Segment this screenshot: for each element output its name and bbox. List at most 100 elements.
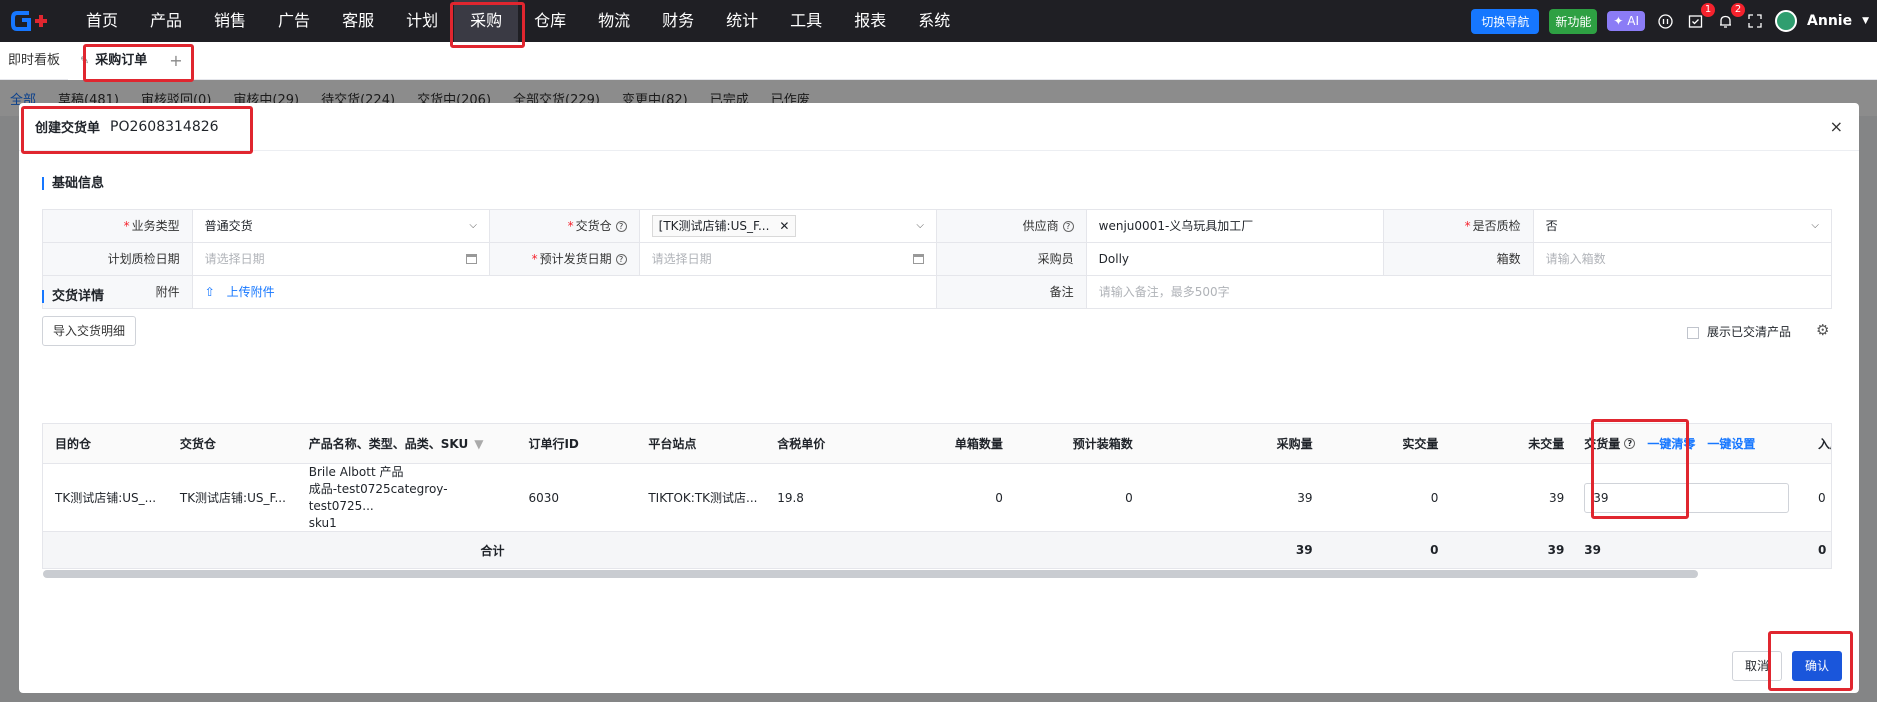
caret-down-icon[interactable]: ▼ xyxy=(1862,16,1869,26)
filter-icon[interactable]: ▼ xyxy=(474,437,483,451)
calendar-icon xyxy=(913,254,924,264)
settings-gear-icon[interactable]: ⚙ xyxy=(1816,321,1829,339)
total-undelivered: 39 xyxy=(1547,543,1565,557)
warehouse-label: * 交货仓? xyxy=(490,210,640,242)
upload-icon[interactable]: ⇧ xyxy=(205,285,215,299)
nav-item[interactable]: 工具 xyxy=(774,0,838,42)
nav-item[interactable]: 产品 xyxy=(134,0,198,42)
calendar-icon xyxy=(466,254,477,264)
total-deliver-qty: 39 xyxy=(1584,543,1601,557)
total-spacer xyxy=(636,532,765,568)
product-name: Brile Albott 产品 xyxy=(308,464,404,479)
cell-undelivered: 39 xyxy=(1549,490,1565,505)
col-dest: 目的仓 xyxy=(55,437,92,451)
upload-attachment[interactable]: ⇧ 上传附件 xyxy=(193,276,937,308)
remark-label: 备注 xyxy=(937,276,1087,308)
tab-dashboard[interactable]: 即时看板 xyxy=(0,42,68,80)
warehouse-select[interactable]: [TK测试店铺:US_F... ✕ ⌵ xyxy=(640,210,937,242)
form-row: 附件 ⇧ 上传附件 备注 请输入备注，最多500字 xyxy=(43,276,1831,309)
set-all-link[interactable]: 一键设置 xyxy=(1707,435,1755,452)
product-category: 成品-test0725categroy-test0725... xyxy=(308,481,448,513)
ai-label: AI xyxy=(1627,14,1640,28)
biz-type-label: * 业务类型 xyxy=(43,210,193,242)
col-delivered: 实交量 xyxy=(1402,437,1439,451)
import-detail-button[interactable]: 导入交货明细 xyxy=(42,316,137,346)
user-name[interactable]: Annie xyxy=(1807,13,1852,29)
total-spacer xyxy=(765,532,885,568)
nav-item[interactable]: 物流 xyxy=(582,0,646,42)
nav-item[interactable]: 仓库 xyxy=(518,0,582,42)
table-total-row: 合计 39 0 39 39 0 xyxy=(43,532,1831,568)
boxes-input[interactable]: 请输入箱数 xyxy=(1534,243,1831,275)
top-nav: 首页 产品 销售 广告 客服 计划 采购 仓库 物流 财务 统计 工具 报表 系统 切换导航 新功能 ✦ … xyxy=(0,0,1877,42)
todo-badge: 1 xyxy=(1701,3,1716,17)
col-warehouse: 交货仓 xyxy=(179,437,216,451)
qc-label: * 是否质检 xyxy=(1384,210,1534,242)
table-header: 目的仓 交货仓 产品名称、类型、品类、SKU ▼ 订单行ID 平台站点 含税单价 … xyxy=(43,424,1831,464)
fullscreen-icon[interactable] xyxy=(1745,11,1765,31)
nav-item[interactable]: 系统 xyxy=(902,0,966,42)
remove-tag-icon[interactable]: ✕ xyxy=(779,219,789,233)
bell-icon[interactable]: 2 xyxy=(1715,3,1746,31)
nav-item[interactable]: 客服 xyxy=(326,0,390,42)
col-purchase: 采购量 xyxy=(1276,437,1313,451)
col-inbound: 入库 xyxy=(1818,437,1831,451)
total-delivered: 0 xyxy=(1430,543,1439,557)
chevron-down-icon: ⌵ xyxy=(1811,220,1819,231)
nav-item[interactable]: 广告 xyxy=(262,0,326,42)
todo-icon[interactable]: 1 xyxy=(1685,3,1716,31)
table-horizontal-scrollbar[interactable] xyxy=(43,570,1698,578)
nav-item[interactable]: 首页 xyxy=(70,0,134,42)
upload-attachment-link[interactable]: 上传附件 xyxy=(227,285,275,299)
nav-item[interactable]: 计划 xyxy=(390,0,454,42)
cell-purchase: 39 xyxy=(1297,490,1313,505)
total-label: 合计 xyxy=(480,543,505,558)
biz-type-select[interactable]: 普通交货 ⌵ xyxy=(193,210,490,242)
plan-qc-date-picker[interactable]: 请选择日期 xyxy=(193,243,490,275)
total-purchase: 39 xyxy=(1295,543,1313,557)
close-icon[interactable]: × xyxy=(1830,117,1843,136)
nav-item[interactable]: 统计 xyxy=(710,0,774,42)
highlight-deliver-qty xyxy=(1591,419,1689,519)
avatar[interactable] xyxy=(1775,10,1798,32)
show-cleared-toggle[interactable]: 展示已交清产品 xyxy=(1687,323,1791,340)
total-spacer xyxy=(168,532,297,568)
logo[interactable] xyxy=(0,0,62,42)
cell-boxes: 0 xyxy=(1125,490,1133,505)
help-icon[interactable]: ? xyxy=(615,254,627,265)
col-boxes: 预计装箱数 xyxy=(1072,437,1133,451)
tab-bar: 即时看板 ✎ 采购订单 + xyxy=(0,41,1877,80)
nav-item[interactable]: 销售 xyxy=(198,0,262,42)
col-undelivered: 未交量 xyxy=(1528,437,1565,451)
form-row: 计划质检日期 请选择日期 * 预计发货日期? 请选择日期 采购员 Dolly 箱数… xyxy=(43,243,1831,276)
col-product: 产品名称、类型、品类、SKU ▼ xyxy=(308,436,484,452)
col-price: 含税单价 xyxy=(777,437,826,451)
supplier-label: 供应商? xyxy=(937,210,1087,242)
show-cleared-checkbox[interactable] xyxy=(1687,326,1699,339)
remark-input[interactable]: 请输入备注，最多500字 xyxy=(1087,276,1831,308)
switch-nav-button[interactable]: 切换导航 xyxy=(1471,8,1540,34)
cell-inbound: 0 xyxy=(1818,490,1826,505)
nav-item[interactable]: 财务 xyxy=(646,0,710,42)
cell-line-id: 6030 xyxy=(528,490,559,505)
help-icon[interactable]: ? xyxy=(615,221,627,232)
help-icon[interactable] xyxy=(1655,11,1675,31)
col-line-id: 订单行ID xyxy=(528,437,579,451)
ship-date-picker[interactable]: 请选择日期 xyxy=(640,243,937,275)
cell-price: 19.8 xyxy=(777,490,804,505)
plan-qc-label: 计划质检日期 xyxy=(43,243,193,275)
highlight-confirm xyxy=(1768,631,1853,691)
total-spacer xyxy=(516,532,636,568)
cell-warehouse: TK测试店铺:US_F... xyxy=(179,491,286,505)
new-feature-button[interactable]: 新功能 xyxy=(1549,8,1598,34)
delivery-table: 目的仓 交货仓 产品名称、类型、品类、SKU ▼ 订单行ID 平台站点 含税单价 … xyxy=(42,423,1832,569)
create-delivery-modal: 创建交货单 PO2608314826 × 基础信息 * 业务类型 普通交货 ⌵ * 交… xyxy=(19,103,1859,693)
nav-item[interactable]: 报表 xyxy=(838,0,902,42)
cell-delivered: 0 xyxy=(1430,490,1439,505)
supplier-value: wenju0001-义乌玩具加工厂 xyxy=(1087,210,1384,242)
highlight-purchase-nav xyxy=(450,2,525,48)
qc-select[interactable]: 否 ⌵ xyxy=(1534,210,1831,242)
form-row: * 业务类型 普通交货 ⌵ * 交货仓? [TK测试店铺:US_F... ✕ ⌵ 供应商… xyxy=(43,210,1831,243)
help-icon[interactable]: ? xyxy=(1062,221,1074,232)
ai-button[interactable]: ✦ AI xyxy=(1607,11,1646,31)
